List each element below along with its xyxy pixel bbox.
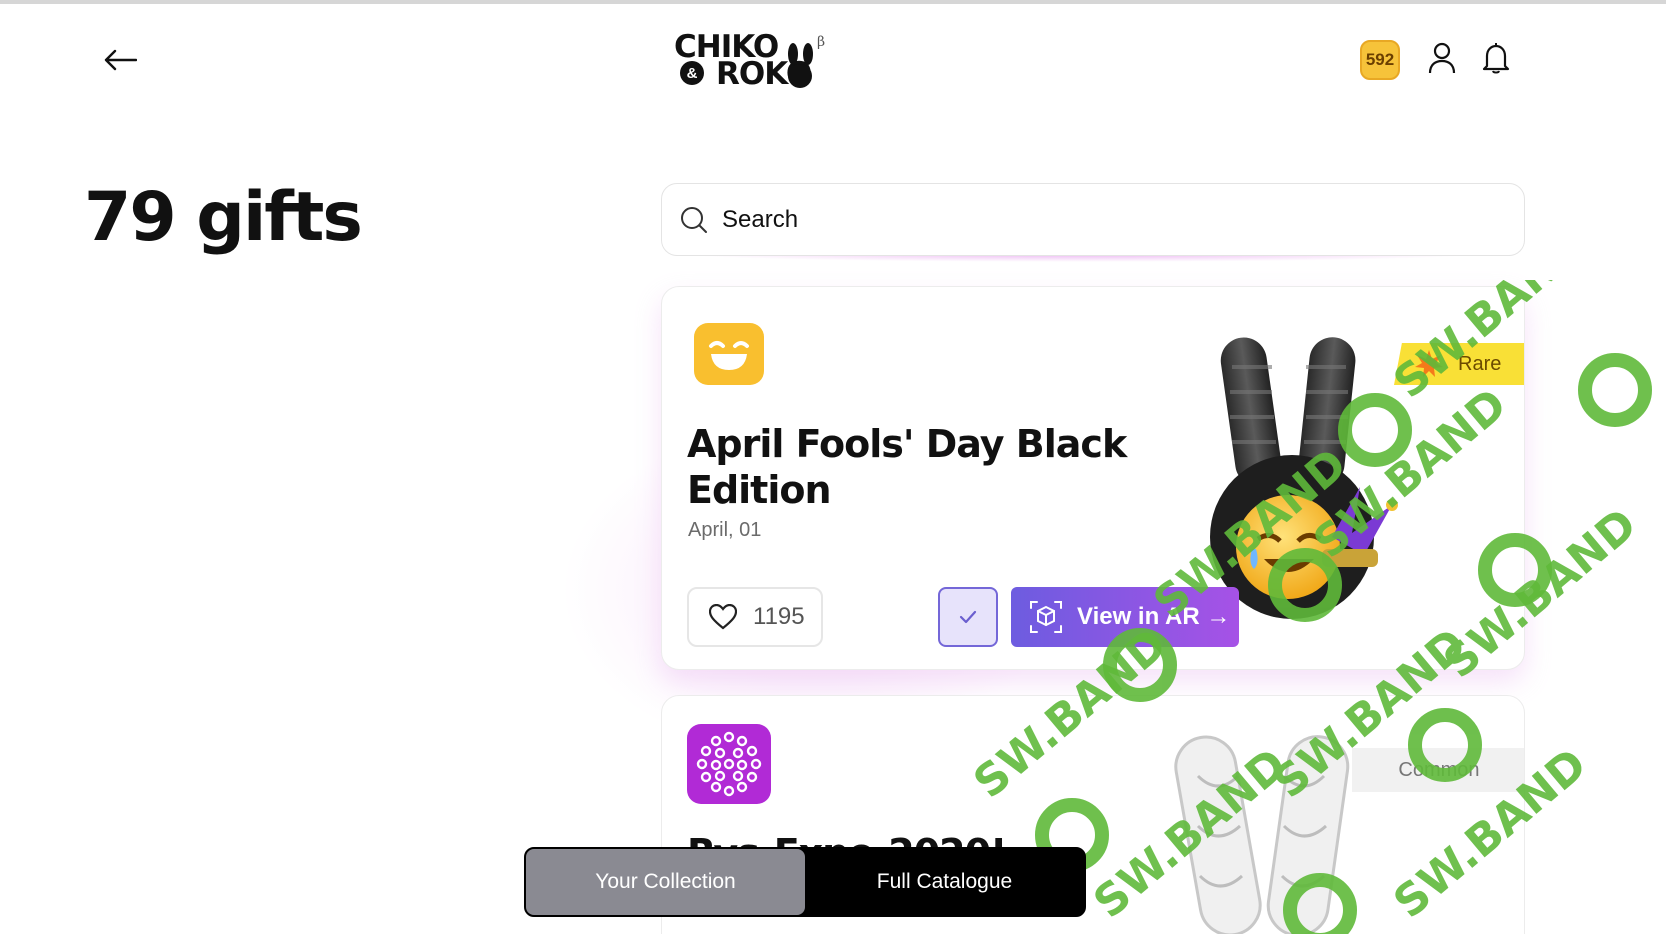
checkmark-icon [959,610,977,624]
chiko-roko-logo[interactable]: CHIKO & ROKO β [672,28,832,90]
page-title: 79 gifts [84,178,363,257]
ar-cube-icon [1030,601,1062,633]
user-icon [1428,42,1456,74]
search-icon [681,206,707,233]
view-in-ar-button[interactable]: View in AR → [1011,587,1239,647]
gift-card[interactable]: April Fools' Day Black Edition April, 01 [661,286,1525,670]
rarity-badge: Common [1352,748,1524,792]
heart-icon [709,604,737,630]
back-button[interactable] [100,40,140,80]
tab-your-collection[interactable]: Your Collection [526,849,805,915]
gift-title: April Fools' Day Black Edition [687,422,1127,512]
profile-button[interactable] [1424,40,1460,76]
logo-ampersand: & [680,61,704,85]
top-border [0,0,1666,4]
coin-balance-badge[interactable]: 592 [1360,40,1400,80]
arrow-left-icon [104,49,137,71]
star-burst-icon [1415,350,1443,377]
bottom-tab-bar: Your Collection Full Catalogue [524,847,1086,917]
like-button[interactable]: 1195 [687,587,823,647]
tab-full-catalogue[interactable]: Full Catalogue [805,849,1084,915]
rarity-badge: Rare [1394,343,1524,385]
ar-button-label: View in AR → [1077,603,1231,630]
laughing-face-icon [694,323,764,385]
like-count: 1195 [753,603,805,630]
bunny-ears-icon [788,43,813,88]
search-input[interactable] [722,205,1422,234]
dots-sphere-icon [687,724,771,804]
bell-icon [1482,43,1510,74]
rarity-label: Rare [1458,352,1502,375]
gift-date: April, 01 [688,519,762,541]
notifications-button[interactable] [1478,40,1514,76]
collect-checkbox[interactable] [938,587,998,647]
white-bunny-image [1148,716,1378,934]
beta-mark: β [817,34,826,50]
search-bar[interactable] [661,183,1525,256]
